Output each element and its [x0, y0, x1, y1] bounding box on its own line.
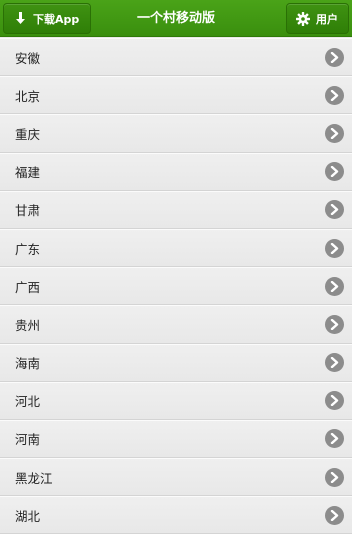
list-item[interactable]: 重庆	[0, 114, 352, 153]
list-item[interactable]: 广西	[0, 267, 352, 306]
list-item[interactable]: 湖北	[0, 496, 352, 534]
list-item[interactable]: 安徽	[0, 38, 352, 77]
gear-icon	[295, 11, 311, 27]
list-item[interactable]: 河南	[0, 419, 352, 459]
list-item[interactable]: 贵州	[0, 305, 352, 344]
list-item-label: 海南	[15, 356, 41, 372]
user-button[interactable]: 用户	[286, 3, 349, 34]
chevron-right-icon	[325, 429, 344, 449]
list-item[interactable]: 福建	[0, 152, 352, 191]
list-item-label: 安徽	[15, 50, 41, 66]
chevron-right-icon	[325, 467, 344, 487]
list-item-label: 黑龙江	[15, 470, 53, 486]
chevron-right-icon	[325, 353, 344, 373]
list-item-label: 甘肃	[15, 203, 41, 219]
user-label: 用户	[316, 12, 338, 26]
list-item-label: 河北	[15, 394, 41, 410]
list-item-label: 河南	[15, 432, 41, 448]
chevron-right-icon	[325, 162, 344, 182]
list-item[interactable]: 河北	[0, 381, 352, 420]
list-item-label: 湖北	[15, 508, 41, 524]
list-item[interactable]: 黑龙江	[0, 458, 352, 497]
download-arrow-icon	[12, 11, 28, 27]
list-item[interactable]: 北京	[0, 76, 352, 115]
list-item-label: 北京	[15, 88, 41, 104]
chevron-right-icon	[325, 505, 344, 525]
chevron-right-icon	[325, 123, 344, 143]
list-item-label: 广东	[15, 241, 41, 257]
chevron-right-icon	[325, 200, 344, 220]
chevron-right-icon	[325, 85, 344, 105]
list-item[interactable]: 海南	[0, 343, 352, 382]
download-app-button[interactable]: 下载App	[3, 3, 91, 34]
chevron-right-icon	[325, 47, 344, 67]
chevron-right-icon	[325, 276, 344, 296]
list-item[interactable]: 甘肃	[0, 190, 352, 229]
list-item-label: 福建	[15, 165, 41, 181]
list-item-label: 贵州	[15, 317, 41, 333]
chevron-right-icon	[325, 314, 344, 334]
top-bar: 下载App 一个村移动版 用户	[0, 0, 352, 37]
list-item-label: 重庆	[15, 126, 41, 142]
chevron-right-icon	[325, 238, 344, 258]
list-item[interactable]: 广东	[0, 228, 352, 268]
chevron-right-icon	[325, 391, 344, 411]
list-item-label: 广西	[15, 279, 41, 295]
download-app-label: 下载App	[33, 12, 80, 26]
province-list: 安徽北京重庆福建甘肃广东广西贵州海南河北河南黑龙江湖北	[0, 38, 352, 534]
